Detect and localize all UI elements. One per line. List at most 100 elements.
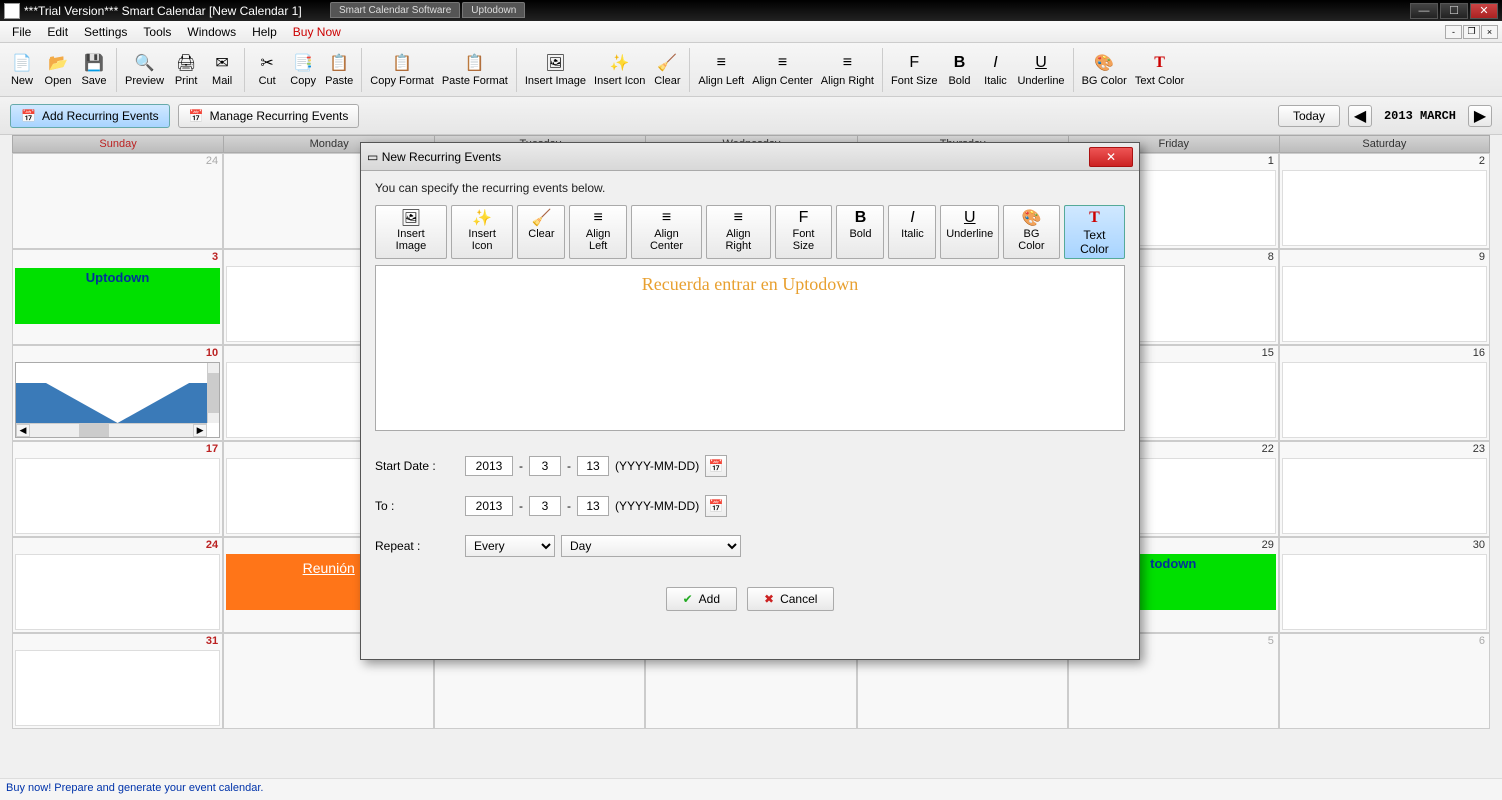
d-underline[interactable]: UUnderline	[940, 205, 999, 259]
align-center-button[interactable]: ≡Align Center	[748, 51, 817, 89]
save-button[interactable]: 💾Save	[76, 51, 112, 89]
start-date-picker[interactable]: 📅	[705, 455, 727, 477]
new-icon: 📄	[12, 53, 32, 73]
d-textcolor[interactable]: TText Color	[1064, 205, 1125, 259]
menu-settings[interactable]: Settings	[76, 23, 135, 41]
alignright-icon: ≡	[837, 53, 857, 73]
vscrollbar[interactable]	[207, 363, 219, 423]
calendar-cell[interactable]: 30	[1279, 537, 1490, 633]
bold-button[interactable]: BBold	[941, 51, 977, 89]
month-label: 2013 MARCH	[1384, 109, 1456, 123]
calendar-cell[interactable]: 16	[1279, 345, 1490, 441]
cell-body	[15, 458, 220, 534]
maximize-button[interactable]: ☐	[1440, 3, 1468, 19]
calendar-cell[interactable]: 24	[12, 537, 223, 633]
d-insert-icon[interactable]: ✨Insert Icon	[451, 205, 514, 259]
start-month-input[interactable]	[529, 456, 561, 476]
end-date-picker[interactable]: 📅	[705, 495, 727, 517]
italic-button[interactable]: IItalic	[977, 51, 1013, 89]
insert-icon-button[interactable]: ✨Insert Icon	[590, 51, 649, 89]
cut-button[interactable]: ✂Cut	[249, 51, 285, 89]
mdi-minimize[interactable]: -	[1445, 25, 1462, 39]
menu-file[interactable]: File	[4, 23, 39, 41]
calendar-cell[interactable]: 17	[12, 441, 223, 537]
new-button[interactable]: 📄New	[4, 51, 40, 89]
menu-tools[interactable]: Tools	[135, 23, 179, 41]
icon-icon: ✨	[472, 208, 492, 228]
menu-windows[interactable]: Windows	[179, 23, 244, 41]
close-button[interactable]: ✕	[1470, 3, 1498, 19]
d-insert-image[interactable]: 🖼Insert Image	[375, 205, 447, 259]
copyfmt-button[interactable]: 📋Copy Format	[366, 51, 438, 89]
calendar-cell[interactable]: 31	[12, 633, 223, 729]
calendar-cell[interactable]: 10◀▶	[12, 345, 223, 441]
alignleft-icon: ≡	[593, 208, 602, 228]
underline-button[interactable]: UUnderline	[1013, 51, 1068, 89]
date-number: 24	[206, 539, 218, 551]
calendar-cell[interactable]: 6	[1279, 633, 1490, 729]
align-left-button[interactable]: ≡Align Left	[694, 51, 748, 89]
calendar-cell[interactable]: 3Uptodown	[12, 249, 223, 345]
today-button[interactable]: Today	[1278, 105, 1340, 127]
end-month-input[interactable]	[529, 496, 561, 516]
calendar-cell[interactable]: 23	[1279, 441, 1490, 537]
prev-month-button[interactable]: ◀	[1348, 105, 1372, 127]
paste-button[interactable]: 📋Paste	[321, 51, 357, 89]
d-italic[interactable]: IItalic	[888, 205, 936, 259]
event-blue[interactable]	[16, 383, 219, 423]
open-button[interactable]: 📂Open	[40, 51, 76, 89]
font-size-button[interactable]: FFont Size	[887, 51, 941, 89]
menu-edit[interactable]: Edit	[39, 23, 76, 41]
bgcolor-button[interactable]: 🎨BG Color	[1078, 51, 1131, 89]
mdi-close[interactable]: ×	[1481, 25, 1498, 39]
add-button[interactable]: ✔Add	[666, 587, 737, 611]
end-year-input[interactable]	[465, 496, 513, 516]
start-day-input[interactable]	[577, 456, 609, 476]
date-number: 6	[1479, 635, 1485, 647]
mdi-restore[interactable]: ❐	[1463, 25, 1480, 39]
textcolor-button[interactable]: TText Color	[1131, 51, 1189, 89]
cancel-button[interactable]: ✖Cancel	[747, 587, 834, 611]
mail-button[interactable]: ✉Mail	[204, 51, 240, 89]
pastefmt-button[interactable]: 📋Paste Format	[438, 51, 512, 89]
insert-image-button[interactable]: 🖼Insert Image	[521, 51, 590, 89]
start-date-label: Start Date :	[375, 459, 459, 473]
date-number: 8	[1268, 251, 1274, 263]
d-bold[interactable]: BBold	[836, 205, 884, 259]
cell-body	[1282, 458, 1487, 534]
tab-2[interactable]: Uptodown	[462, 2, 525, 18]
d-align-left[interactable]: ≡Align Left	[569, 205, 626, 259]
tab-1[interactable]: Smart Calendar Software	[330, 2, 460, 18]
print-button[interactable]: 🖨Print	[168, 51, 204, 89]
add-recurring-button[interactable]: 📅Add Recurring Events	[10, 104, 170, 128]
repeat-freq-select[interactable]: Every	[465, 535, 555, 557]
minimize-button[interactable]: —	[1410, 3, 1438, 19]
d-align-center[interactable]: ≡Align Center	[631, 205, 702, 259]
dialog-toolbar: 🖼Insert Image ✨Insert Icon 🧹Clear ≡Align…	[375, 205, 1125, 259]
start-year-input[interactable]	[465, 456, 513, 476]
clear-button[interactable]: 🧹Clear	[649, 51, 685, 89]
event-green[interactable]: Uptodown	[15, 268, 220, 324]
d-fontsize[interactable]: FFont Size	[775, 205, 833, 259]
calendar-cell[interactable]: 9	[1279, 249, 1490, 345]
calendar-cell[interactable]: 24	[12, 153, 223, 249]
dialog-close-button[interactable]: ✕	[1089, 147, 1133, 167]
repeat-unit-select[interactable]: Day	[561, 535, 741, 557]
d-bgcolor[interactable]: 🎨BG Color	[1003, 205, 1060, 259]
d-clear[interactable]: 🧹Clear	[517, 205, 565, 259]
next-month-button[interactable]: ▶	[1468, 105, 1492, 127]
copy-button[interactable]: 📑Copy	[285, 51, 321, 89]
calendar-cell[interactable]: 2	[1279, 153, 1490, 249]
menu-buynow[interactable]: Buy Now	[285, 23, 349, 41]
dialog-title: New Recurring Events	[382, 150, 501, 164]
event-editor[interactable]: Recuerda entrar en Uptodown	[375, 265, 1125, 431]
end-day-input[interactable]	[577, 496, 609, 516]
d-align-right[interactable]: ≡Align Right	[706, 205, 770, 259]
bold-icon: B	[855, 208, 867, 228]
menu-help[interactable]: Help	[244, 23, 285, 41]
preview-button[interactable]: 🔍Preview	[121, 51, 168, 89]
align-right-button[interactable]: ≡Align Right	[817, 51, 878, 89]
hscrollbar[interactable]: ◀▶	[16, 423, 207, 437]
manage-recurring-button[interactable]: 📅Manage Recurring Events	[178, 104, 360, 128]
dialog-titlebar: ▭ New Recurring Events ✕	[361, 143, 1139, 171]
